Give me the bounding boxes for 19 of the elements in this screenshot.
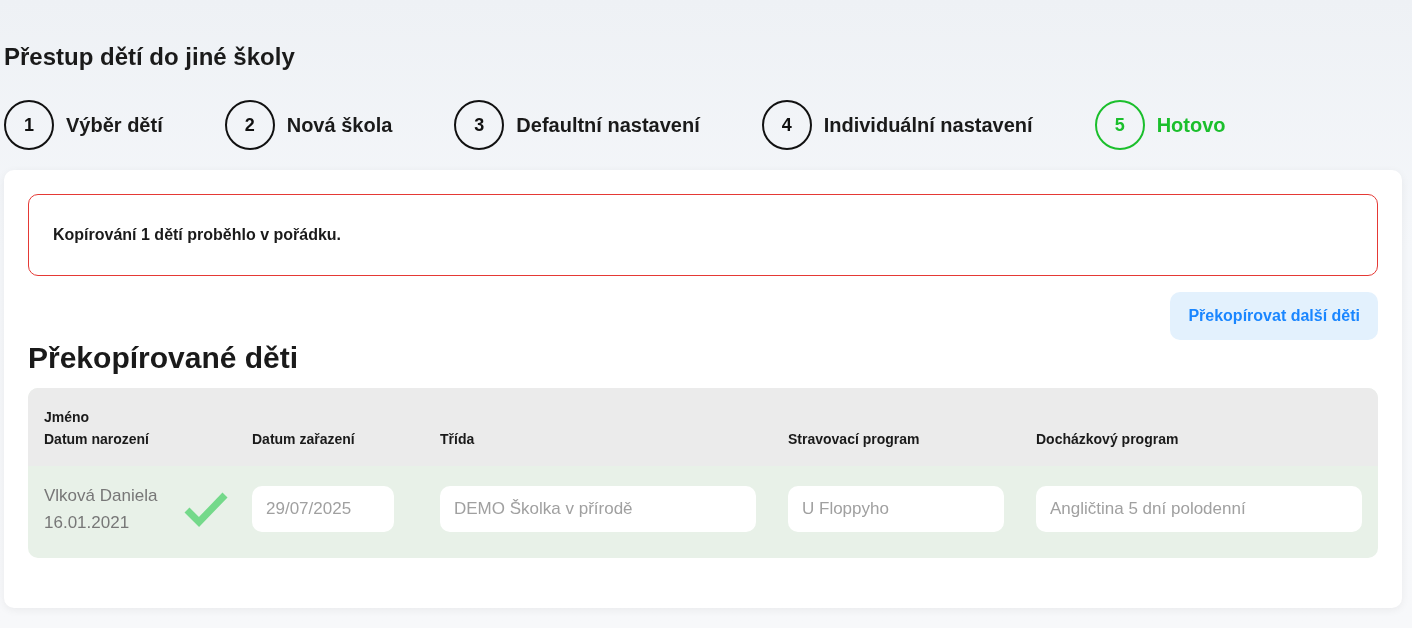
page-title: Přestup dětí do jiné školy [4,42,296,72]
step-number[interactable]: 3 [454,100,505,150]
step-number[interactable]: 4 [761,100,812,150]
column-header: Datum zařazení [252,430,356,449]
success-alert: Kopírování 1 dětí proběhlo v pořádku. [28,194,1378,276]
step-number[interactable]: 2 [224,100,275,150]
step-number[interactable]: 1 [4,100,54,150]
column-header: Docházkový program [1036,430,1180,449]
column-header: Třída [440,430,476,449]
section-title: Překopírované děti [28,340,300,376]
step-label[interactable]: Nová škola [286,110,393,140]
column-header: Jméno [44,408,91,427]
step-label[interactable]: Výběr dětí [66,110,163,140]
step-label[interactable]: Individuální nastavení [823,110,1033,140]
child-name: Vlková Daniela [44,485,158,507]
step-label[interactable]: Defaultní nastavení [516,110,700,140]
birth-date: 16.01.2021 [44,512,131,534]
column-header: Datum narození [44,430,150,449]
column-header: Stravovací program [788,430,921,449]
